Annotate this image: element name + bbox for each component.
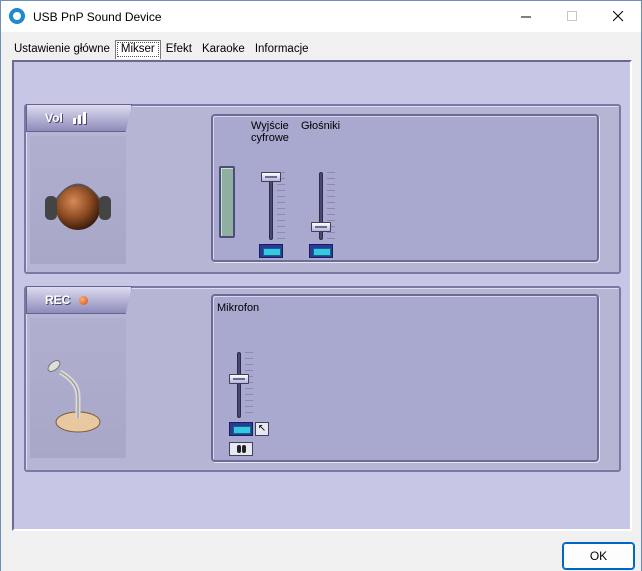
rec-channel-panel: Mikrofon ↖ [211,294,599,462]
record-section: REC Mikrofon ↖ [24,286,621,472]
vol-channel-panel: Wyjście cyfrowe Głośniki [211,114,599,262]
microphone-slider-track[interactable] [237,352,241,418]
digital-out-ticks [277,172,285,240]
app-window: USB PnP Sound Device Ustawienie główne M… [0,0,642,571]
microphone-ticks [245,352,253,418]
app-logo-icon [9,8,25,24]
tab-strip: Ustawienie główne Mikser Efekt Karaoke I… [9,40,314,61]
speakers-slider-thumb[interactable] [311,222,331,232]
maximize-icon [566,11,577,21]
output-level-meter [219,166,235,238]
vol-icon-area [30,136,126,264]
channel-label-microphone: Mikrofon [217,302,260,314]
tab-efekt[interactable]: Efekt [161,41,197,59]
tab-karaoke[interactable]: Karaoke [197,41,250,59]
rec-badge: REC [26,286,132,314]
vol-badge-label: Vol [45,111,63,125]
mixer-panel: Vol Wyjście cyfrowe Głośniki REC Mikrofo… [12,60,632,531]
digital-out-slider-thumb[interactable] [261,172,281,182]
channel-label-digital-out: Wyjście cyfrowe [251,120,289,144]
window-title: USB PnP Sound Device [33,10,162,24]
tab-mikser[interactable]: Mikser [114,40,161,59]
minimize-icon [520,16,531,18]
microphone-agc-button[interactable] [229,442,253,456]
channel-label-speakers: Głośniki [301,120,341,132]
rec-icon-area [30,318,126,458]
vol-badge: Vol [26,104,132,132]
headphones-icon [45,183,111,230]
tab-ustawienie-glowne[interactable]: Ustawienie główne [9,41,115,59]
dialog-footer [1,533,641,571]
volume-bars-icon [73,112,86,124]
close-icon [612,11,623,22]
microphone-mute-button[interactable] [229,422,253,436]
microphone-slider-thumb[interactable] [229,374,249,384]
volume-section: Vol Wyjście cyfrowe Głośniki [24,104,621,274]
record-indicator-icon [79,296,88,305]
minimize-button[interactable] [503,1,549,32]
speakers-mute-button[interactable] [309,244,333,258]
maximize-button [549,1,595,32]
rec-badge-label: REC [45,293,71,307]
title-bar[interactable]: USB PnP Sound Device [1,1,641,32]
microphone-icon [47,360,101,433]
digital-out-slider-track[interactable] [269,172,273,240]
digital-out-mute-button[interactable] [259,244,283,258]
tab-informacje[interactable]: Informacje [250,41,314,59]
close-button[interactable] [595,1,641,32]
microphone-select-button[interactable]: ↖ [255,422,269,436]
ok-button[interactable]: OK [562,542,635,570]
